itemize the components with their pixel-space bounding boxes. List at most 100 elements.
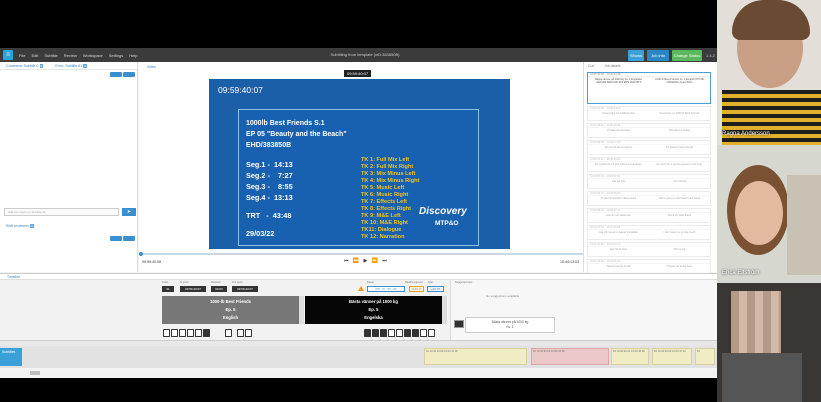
participant-video-1: Ragna Andersson xyxy=(717,0,821,145)
menu-settings[interactable]: Settings xyxy=(109,53,123,58)
slate-track: TK 5: Music Left xyxy=(361,185,405,191)
timeline-header: Timeline xyxy=(0,273,717,280)
tab-errors[interactable]: Error: Subtitle 61 0 xyxy=(55,63,87,68)
tab-job-details[interactable]: Job details xyxy=(604,64,620,68)
insert-icon[interactable] xyxy=(225,329,232,337)
split-icon[interactable] xyxy=(420,329,427,337)
timeline-clip[interactable]: 62 10:00:41:09 10:00:43:00 xyxy=(531,348,609,365)
cue-timecode: 10:00:52:12 – 10:00:55:00 xyxy=(588,192,710,196)
scrubber-handle[interactable] xyxy=(139,252,143,256)
participant-hair xyxy=(732,0,810,40)
cue-card[interactable]: 10:00:55:01 – 10:00:57:17 Hon är min bäst… xyxy=(587,208,711,223)
reading-speed-field[interactable]: 0.0 / 0 xyxy=(409,286,424,292)
participant-name: Erica Elfström xyxy=(722,270,760,276)
underline-icon[interactable] xyxy=(380,329,387,337)
cue-card[interactable]: 10:00:57:18 – 10:01:00:04 Jag vill inte a… xyxy=(587,225,711,240)
merge-icon[interactable] xyxy=(428,329,435,337)
menu-file[interactable]: File xyxy=(19,53,25,58)
align-icon[interactable] xyxy=(396,329,403,337)
original-text-box: 1000-lb Best Friends Ep. 5 English xyxy=(162,296,299,324)
timeline-clip[interactable]: 65 xyxy=(695,348,715,365)
color-icon[interactable] xyxy=(404,329,411,337)
original-scrollbar[interactable] xyxy=(299,296,304,324)
comment-input[interactable]: Add comment on Subtitle 61 xyxy=(4,208,119,216)
menu-subtitle[interactable]: Subtitle xyxy=(44,53,57,58)
cue-card[interactable]: 10:00:50:03 – 10:00:52:11 Jag vet inte I d… xyxy=(587,174,711,189)
out-point-field[interactable]: 09:59:40:07 xyxy=(232,286,258,292)
timeline-clip[interactable]: 64 10:00:45:09 10:00:47:20 xyxy=(652,348,692,365)
tab-errors-label: Error: Subtitle 61 xyxy=(55,63,83,68)
cue-translation-text: Det här är stort xyxy=(609,248,628,251)
comment-prev-button[interactable] xyxy=(110,72,122,77)
dauer-field[interactable]: (00 : 0) : 00 : 00 xyxy=(367,286,405,292)
cue-card[interactable]: 10:00:52:12 – 10:00:55:00 Vi ska till str… xyxy=(587,191,711,206)
cue-timecode: 10:00:45:09 – 10:00:47:20 xyxy=(588,141,710,145)
cue-card[interactable]: 10:00:47:21 – 10:00:50:02 Så mycket för e… xyxy=(587,157,711,172)
cue-card[interactable]: 10:00:45:09 – 10:00:47:20 Det är bra att … xyxy=(587,140,711,155)
slate-track: TK 8: Effects Right xyxy=(361,206,412,212)
cue-card[interactable]: 10:01:00:05 – 10:01:02:22 Det här är stor… xyxy=(587,242,711,257)
translation-scrollbar[interactable] xyxy=(442,296,447,324)
participant-video-3 xyxy=(717,283,821,402)
bold-icon[interactable] xyxy=(364,329,371,337)
suggestion-card[interactable]: Bästa vänner på 1000 kg Sv. 1 xyxy=(465,317,555,333)
change-status-button[interactable]: Change Status xyxy=(672,50,702,61)
timeline-clip[interactable]: 61 10:00:40:08 10:00:41:08 xyxy=(424,348,527,365)
in-point-field[interactable]: 09:59:40:07 xyxy=(180,286,206,292)
suggestion-line-2: Sv. 1 xyxy=(506,324,514,329)
edit-icon[interactable] xyxy=(388,329,395,337)
app-logo-icon[interactable]: ≡ xyxy=(3,50,13,60)
menu-help[interactable]: Help xyxy=(129,53,137,58)
subtitle-track[interactable]: Subtitles 61 10:00:40:08 10:00:41:08 62 1… xyxy=(0,346,717,368)
shows-button[interactable]: Shows xyxy=(628,50,644,61)
bold-icon[interactable] xyxy=(163,329,170,337)
menu-workspace[interactable]: Workspace xyxy=(83,53,103,58)
cue-card[interactable]: 10:00:41:09 – 10:00:43:00 Ursprunglig tid… xyxy=(587,106,711,121)
duration-field[interactable]: 00:00 xyxy=(211,286,227,292)
cue-translation-text: Vi hade lite kul idag! xyxy=(606,129,631,132)
italic-icon[interactable] xyxy=(171,329,178,337)
menu-edit[interactable]: Edit xyxy=(31,53,38,58)
underline-icon[interactable] xyxy=(179,329,186,337)
cue-translation-text: Hon är min bästa vän xyxy=(606,214,631,217)
timeline-clip[interactable]: 63 10:00:43:01 10:00:45:08 xyxy=(611,348,649,365)
reviewer-prev-button[interactable] xyxy=(110,236,122,241)
cue-original-text: It's good to have friends xyxy=(665,146,694,149)
cue-card[interactable]: 10:01:02:23 – 10:01:05:10 Tack för att du… xyxy=(587,259,711,274)
apply-suggestion-button[interactable] xyxy=(454,320,464,328)
slate-track: TK 7: Effects Left xyxy=(361,199,407,205)
translation-text-box[interactable]: Bästa vänner på 1000 kg Ep. 5 Engelska xyxy=(305,296,442,324)
cue-translation-text: Det är bra att ha vänner xyxy=(604,146,633,149)
reviewer-next-button[interactable] xyxy=(123,236,135,241)
italic-icon[interactable] xyxy=(372,329,379,337)
transport-controls-icon[interactable]: ⏮ ⏪ ▶ ⏩ ⏭ xyxy=(344,258,388,264)
timeline-scrollbar[interactable] xyxy=(0,370,717,376)
shift-reviewers-count: 0 xyxy=(29,224,34,228)
menu-review[interactable]: Review xyxy=(64,53,77,58)
cue-tabs: Cue Job details xyxy=(584,62,717,70)
video-frame[interactable]: 09:59:40:07 1000lb Best Friends S.1 EP 0… xyxy=(209,79,510,249)
tab-cue[interactable]: Cue xyxy=(588,64,594,68)
comments-tabs: Comment: Subtitle 0 0 Error: Subtitle 61… xyxy=(0,62,137,70)
comment-next-button[interactable] xyxy=(123,72,135,77)
tab-comments[interactable]: Comment: Subtitle 0 0 xyxy=(6,63,44,68)
job-info-button[interactable]: Job info xyxy=(647,50,669,61)
color-icon[interactable] xyxy=(203,329,210,337)
participant-video-2: Erica Elfström xyxy=(717,145,821,283)
shift-reviewers-label: Shift reviewers 0 xyxy=(6,224,34,228)
cue-card[interactable]: 10:00:40:08 – 10:00:41:08 Bästa vänner på… xyxy=(587,72,711,104)
video-scrubber[interactable] xyxy=(139,252,583,256)
send-icon[interactable]: ➤ xyxy=(122,208,136,216)
translation-line-1: Bästa vänner på 1000 kg xyxy=(349,299,398,304)
merge-icon[interactable] xyxy=(245,329,252,337)
align-icon[interactable] xyxy=(195,329,202,337)
split-icon[interactable] xyxy=(237,329,244,337)
cue-card[interactable]: 10:00:43:01 – 10:00:45:08 Vi hade lite ku… xyxy=(587,123,711,138)
index-field[interactable]: 61 xyxy=(162,286,174,292)
insert-icon[interactable] xyxy=(412,329,419,337)
cue-translation-text: Vi ska till stranden nästa vecka xyxy=(600,197,637,200)
slate-seg-4: Seg.4 - 13:13 xyxy=(246,193,293,202)
edit-icon[interactable] xyxy=(187,329,194,337)
timeline-scroll-thumb[interactable] xyxy=(30,371,40,375)
gap-field[interactable]: +00:07 xyxy=(427,286,444,292)
